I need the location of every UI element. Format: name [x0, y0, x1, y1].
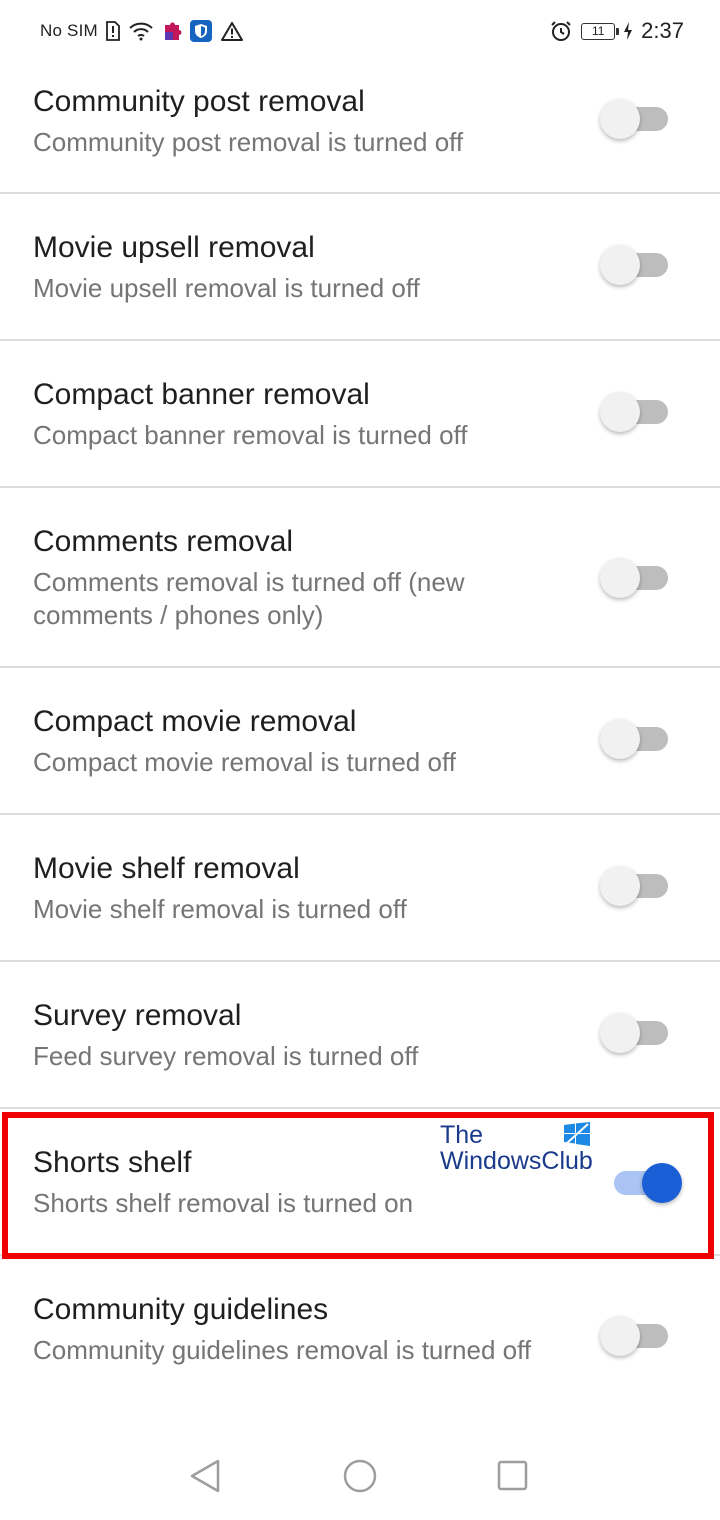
windows-logo-icon [564, 1122, 590, 1151]
setting-summary: Community post removal is turned off [33, 127, 464, 157]
setting-row-survey-removal[interactable]: Survey removal Feed survey removal is tu… [0, 962, 720, 1109]
setting-title: Compact banner removal [33, 378, 370, 411]
status-bar-left: No SIM [40, 20, 244, 42]
setting-title: Community guidelines [33, 1293, 329, 1326]
setting-summary: Feed survey removal is turned off [33, 1041, 419, 1071]
setting-summary: Movie shelf removal is turned off [33, 894, 407, 924]
setting-summary: Community guidelines removal is turned o… [33, 1335, 532, 1365]
watermark-line-2: WindowsClub [440, 1147, 593, 1175]
sim-alert-icon [105, 21, 120, 41]
setting-title: Shorts shelf [33, 1146, 192, 1179]
carrier-label: No SIM [40, 21, 98, 40]
setting-summary: Comments removal is turned off (new comm… [33, 567, 465, 630]
setting-row-community-post-removal[interactable]: Community post removal Community post re… [0, 48, 720, 194]
setting-row-shorts-shelf[interactable]: Shorts shelf Shorts shelf removal is tur… [0, 1109, 720, 1256]
home-icon[interactable] [342, 1458, 378, 1499]
clock: 2:37 [641, 18, 684, 43]
battery-level: 11 [591, 24, 605, 38]
warning-icon [220, 21, 244, 41]
setting-title: Compact movie removal [33, 705, 357, 738]
setting-row-movie-shelf-removal[interactable]: Movie shelf removal Movie shelf removal … [0, 815, 720, 962]
status-bar-right: 11 2:37 [549, 18, 684, 44]
wifi-icon [128, 21, 154, 41]
setting-row-compact-banner-removal[interactable]: Compact banner removal Compact banner re… [0, 341, 720, 488]
setting-title: Comments removal [33, 525, 294, 558]
setting-summary: Compact banner removal is turned off [33, 420, 468, 450]
alarm-icon [549, 19, 573, 43]
back-icon[interactable] [188, 1458, 222, 1499]
puzzle-app-icon [162, 20, 182, 42]
settings-list: Community post removal Community post re… [0, 48, 720, 1436]
navigation-bar [0, 1430, 720, 1520]
setting-title: Movie upsell removal [33, 231, 315, 264]
setting-summary: Compact movie removal is turned off [33, 747, 456, 777]
setting-summary: Movie upsell removal is turned off [33, 273, 420, 303]
setting-row-comments-removal[interactable]: Comments removal Comments removal is tur… [0, 488, 720, 668]
setting-row-compact-movie-removal[interactable]: Compact movie removal Compact movie remo… [0, 668, 720, 815]
setting-title: Survey removal [33, 999, 242, 1032]
setting-summary: Shorts shelf removal is turned on [33, 1188, 414, 1218]
setting-row-community-guidelines[interactable]: Community guidelines Community guideline… [0, 1256, 720, 1436]
battery-indicator: 11 [581, 22, 620, 40]
setting-title: Community post removal [33, 85, 365, 118]
recents-icon[interactable] [496, 1458, 530, 1499]
watermark: The WindowsClub [440, 1122, 600, 1178]
setting-title: Movie shelf removal [33, 852, 300, 885]
charging-icon [623, 22, 633, 40]
setting-row-movie-upsell-removal[interactable]: Movie upsell removal Movie upsell remova… [0, 194, 720, 341]
shield-app-icon [189, 20, 212, 42]
